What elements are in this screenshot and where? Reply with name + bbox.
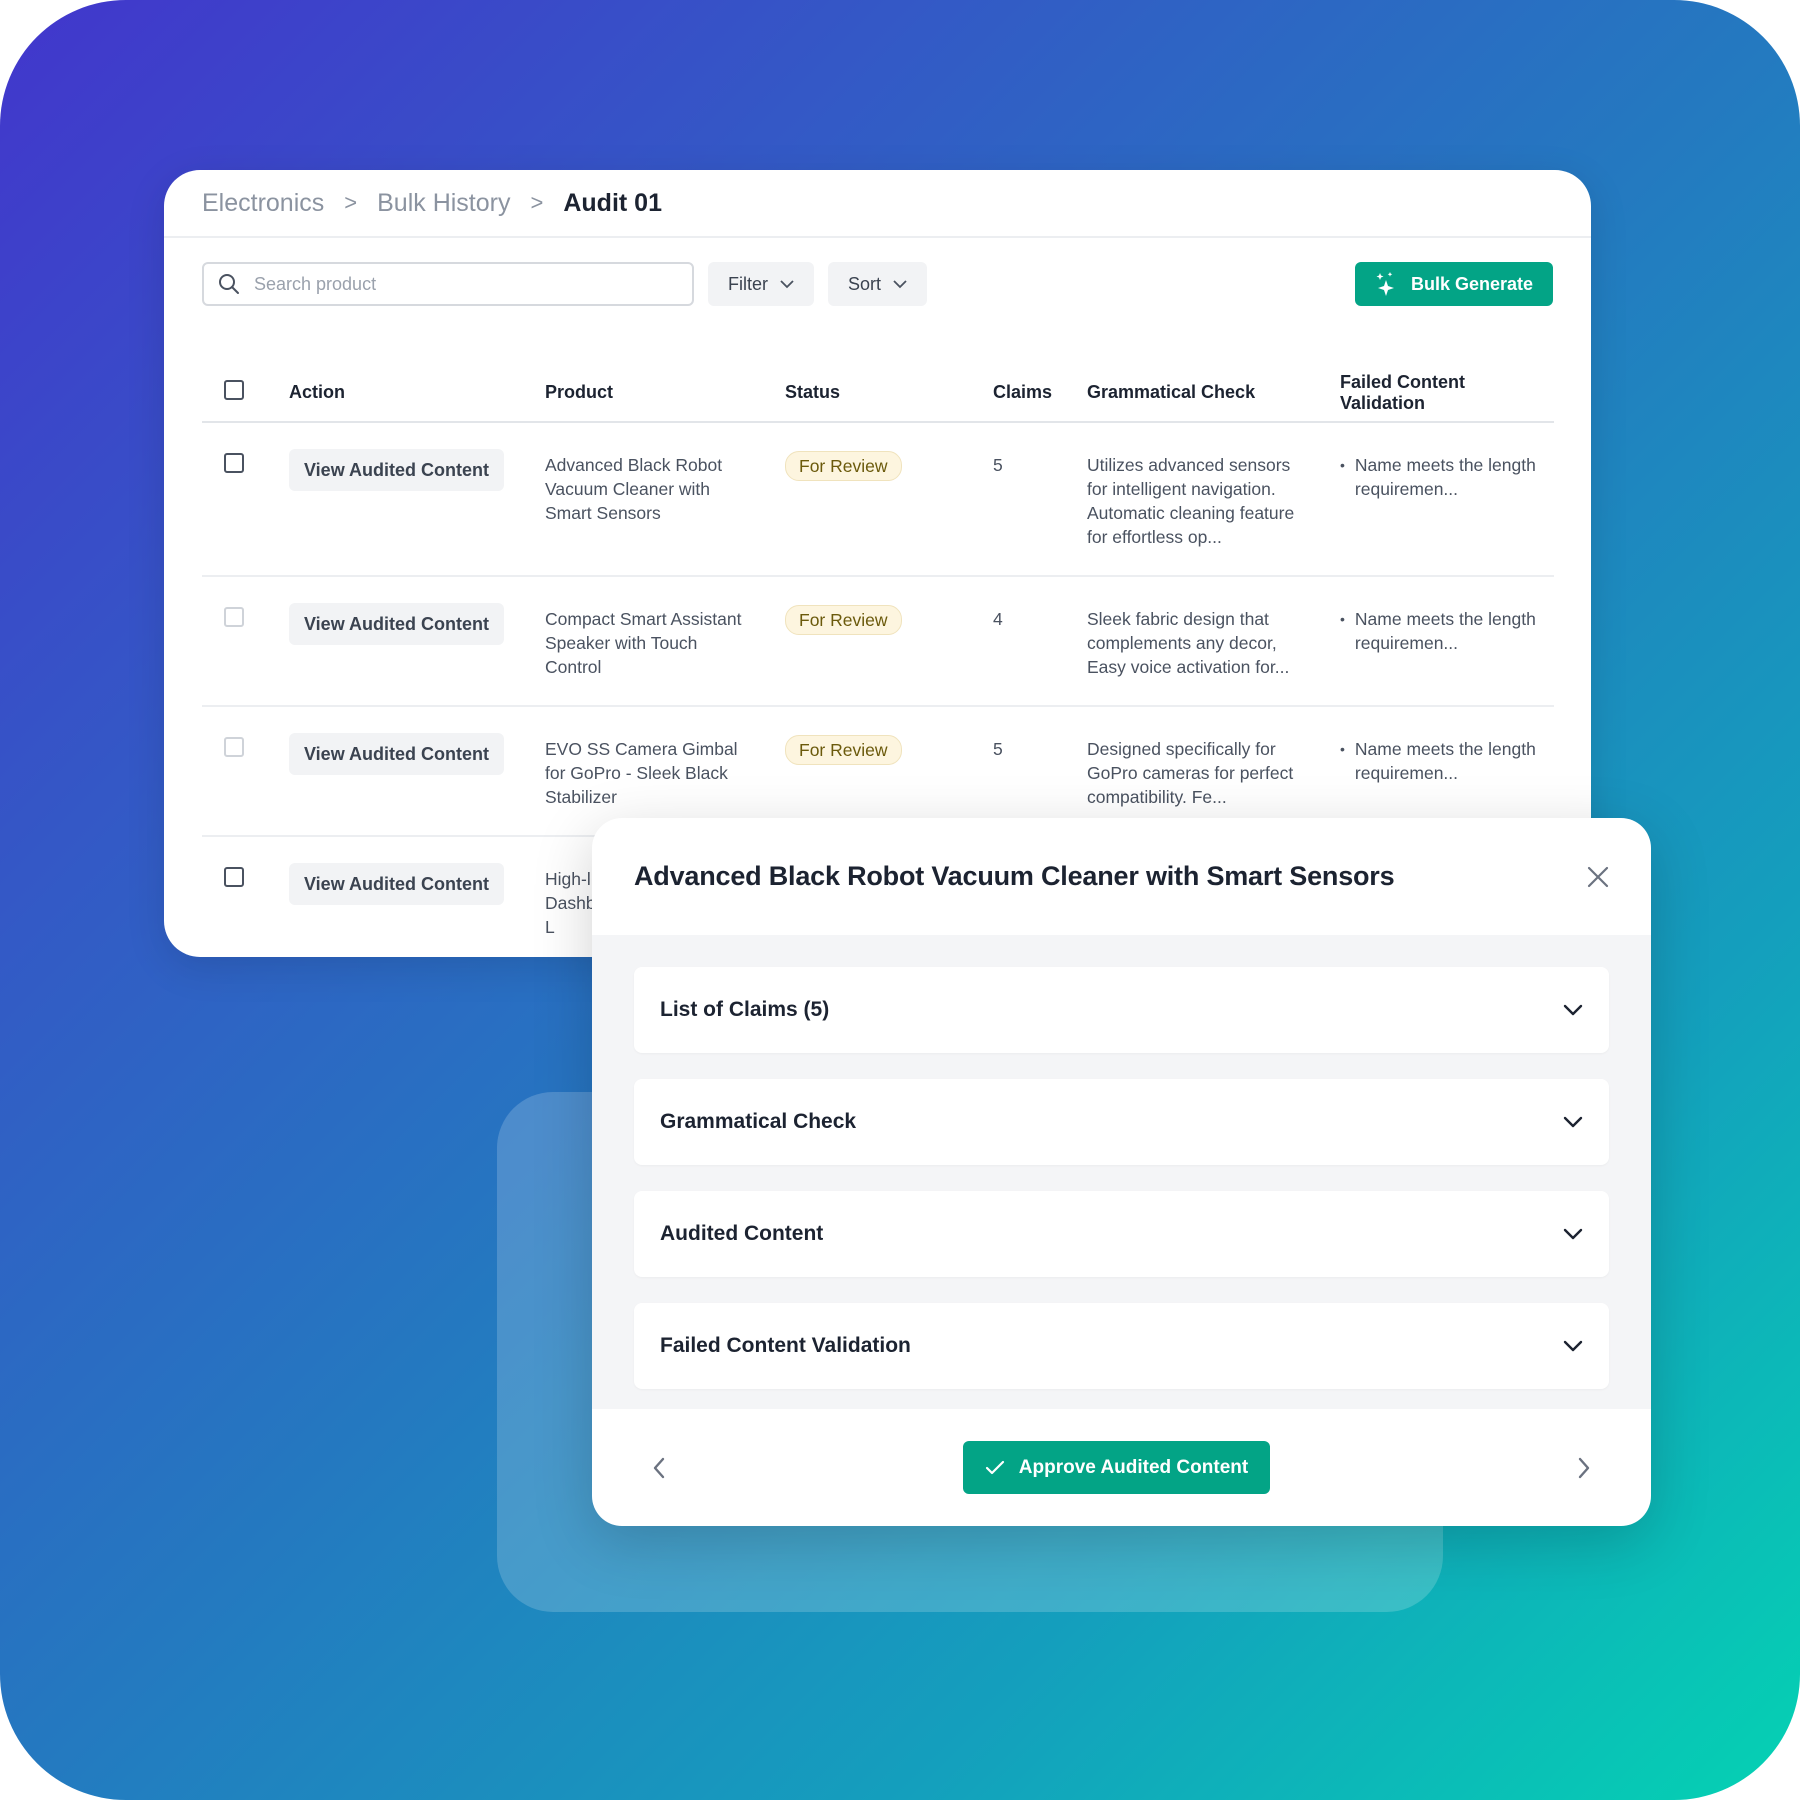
approve-label: Approve Audited Content xyxy=(1018,1456,1249,1478)
accordion-failed-validation[interactable]: Failed Content Validation xyxy=(634,1303,1609,1389)
grammatical-check-text: Designed specifically for GoPro cameras … xyxy=(1087,706,1340,837)
header-action: Action xyxy=(289,364,545,423)
product-name: EVO SS Camera Gimbal for GoPro - Sleek B… xyxy=(545,706,785,837)
accordion-label: List of Claims (5) xyxy=(660,998,830,1021)
chevron-down-icon xyxy=(1563,1228,1583,1240)
modal-title: Advanced Black Robot Vacuum Cleaner with… xyxy=(634,861,1395,891)
toolbar: Filter Sort Bulk Generate xyxy=(202,262,1553,306)
search-input[interactable] xyxy=(254,273,654,295)
modal-body: List of Claims (5) Grammatical Check Aud… xyxy=(592,935,1651,1409)
chevron-down-icon xyxy=(780,279,794,289)
view-audited-content-button[interactable]: View Audited Content xyxy=(289,863,505,905)
chevron-right-icon[interactable] xyxy=(1577,1457,1591,1479)
row-checkbox[interactable] xyxy=(224,737,244,757)
row-checkbox[interactable] xyxy=(224,453,244,473)
approve-audited-content-button[interactable]: Approve Audited Content xyxy=(962,1441,1271,1494)
header-grammatical-check: Grammatical Check xyxy=(1087,364,1340,423)
chevron-right-icon: > xyxy=(344,190,358,215)
product-name: Advanced Black Robot Vacuum Cleaner with… xyxy=(545,422,785,577)
modal-footer: Approve Audited Content xyxy=(592,1409,1651,1526)
modal-header: Advanced Black Robot Vacuum Cleaner with… xyxy=(592,818,1651,935)
row-checkbox[interactable] xyxy=(224,867,244,887)
breadcrumb-electronics[interactable]: Electronics xyxy=(202,189,324,218)
accordion-label: Audited Content xyxy=(660,1222,824,1245)
breadcrumb: Electronics > Bulk History > Audit 01 xyxy=(164,170,1591,238)
view-audited-content-button[interactable]: View Audited Content xyxy=(289,733,505,775)
bullet-icon: • xyxy=(1340,457,1345,473)
failed-validation-text: Name meets the length requiremen... xyxy=(1354,609,1536,653)
chevron-down-icon xyxy=(1563,1340,1583,1352)
table-header-row: Action Product Status Claims Grammatical… xyxy=(202,364,1554,423)
close-icon[interactable] xyxy=(1587,866,1609,888)
sort-button[interactable]: Sort xyxy=(828,262,928,306)
view-audited-content-button[interactable]: View Audited Content xyxy=(289,449,505,491)
header-claims: Claims xyxy=(993,364,1087,423)
header-status: Status xyxy=(785,364,993,423)
audit-detail-modal: Advanced Black Robot Vacuum Cleaner with… xyxy=(592,818,1651,1526)
table-row: View Audited Content EVO SS Camera Gimba… xyxy=(202,706,1554,837)
failed-validation-text: Name meets the length requiremen... xyxy=(1354,739,1536,783)
claims-count: 4 xyxy=(993,576,1087,707)
status-badge: For Review xyxy=(785,451,902,481)
chevron-right-icon: > xyxy=(530,190,544,215)
grammatical-check-text: Sleek fabric design that complements any… xyxy=(1087,576,1340,707)
check-icon xyxy=(985,1460,1005,1476)
breadcrumb-bulk-history[interactable]: Bulk History xyxy=(377,189,510,218)
background: Electronics > Bulk History > Audit 01 Fi… xyxy=(0,0,1800,1800)
accordion-label: Failed Content Validation xyxy=(660,1334,911,1357)
breadcrumb-current: Audit 01 xyxy=(563,188,662,217)
header-failed-validation: Failed Content Validation xyxy=(1340,364,1554,423)
accordion-label: Grammatical Check xyxy=(660,1110,857,1133)
select-all-checkbox[interactable] xyxy=(224,380,244,400)
status-badge: For Review xyxy=(785,735,902,765)
bullet-icon: • xyxy=(1340,741,1345,757)
table-row: View Audited Content Compact Smart Assis… xyxy=(202,576,1554,707)
accordion-grammatical-check[interactable]: Grammatical Check xyxy=(634,1079,1609,1165)
failed-validation-text: Name meets the length requiremen... xyxy=(1354,455,1536,499)
view-audited-content-button[interactable]: View Audited Content xyxy=(289,603,505,645)
claims-count: 5 xyxy=(993,422,1087,577)
bulk-generate-label: Bulk Generate xyxy=(1410,273,1533,294)
filter-button[interactable]: Filter xyxy=(708,262,814,306)
search-icon xyxy=(218,273,240,295)
table-row: View Audited Content Advanced Black Robo… xyxy=(202,422,1554,577)
claims-count: 5 xyxy=(993,706,1087,837)
sparkle-icon xyxy=(1375,271,1397,297)
accordion-audited-content[interactable]: Audited Content xyxy=(634,1191,1609,1277)
chevron-down-icon xyxy=(893,279,907,289)
row-checkbox[interactable] xyxy=(224,607,244,627)
product-name: Compact Smart Assistant Speaker with Tou… xyxy=(545,576,785,707)
filter-label: Filter xyxy=(728,273,768,294)
grammatical-check-text: Utilizes advanced sensors for intelligen… xyxy=(1087,422,1340,577)
chevron-down-icon xyxy=(1563,1004,1583,1016)
accordion-claims[interactable]: List of Claims (5) xyxy=(634,967,1609,1053)
bullet-icon: • xyxy=(1340,611,1345,627)
header-product: Product xyxy=(545,364,785,423)
status-badge: For Review xyxy=(785,605,902,635)
chevron-down-icon xyxy=(1563,1116,1583,1128)
search-box xyxy=(202,262,694,306)
bulk-generate-button[interactable]: Bulk Generate xyxy=(1354,262,1553,306)
chevron-left-icon[interactable] xyxy=(652,1457,666,1479)
sort-label: Sort xyxy=(848,273,882,294)
